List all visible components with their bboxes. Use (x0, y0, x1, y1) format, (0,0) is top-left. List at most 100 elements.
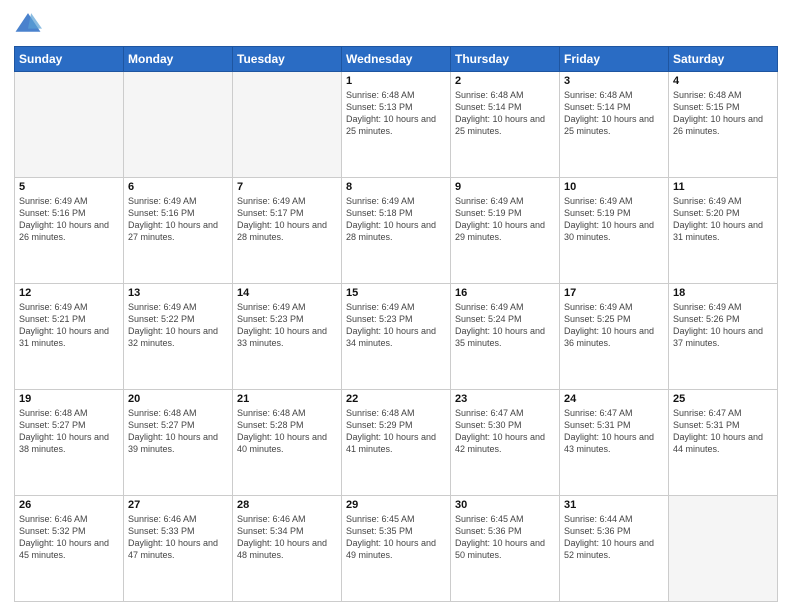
page: SundayMondayTuesdayWednesdayThursdayFrid… (0, 0, 792, 612)
day-info: Sunrise: 6:49 AM Sunset: 5:21 PM Dayligh… (19, 301, 119, 350)
calendar-cell: 17Sunrise: 6:49 AM Sunset: 5:25 PM Dayli… (560, 284, 669, 390)
day-info: Sunrise: 6:46 AM Sunset: 5:33 PM Dayligh… (128, 513, 228, 562)
day-info: Sunrise: 6:49 AM Sunset: 5:22 PM Dayligh… (128, 301, 228, 350)
calendar-cell: 11 Sunrise: 6:49 AM Sunset: 5:20 PM Dayli… (669, 178, 778, 284)
day-number: 22 (346, 393, 446, 405)
calendar-cell: 3 Sunrise: 6:48 AM Sunset: 5:14 PM Daylig… (560, 72, 669, 178)
day-info: Sunrise: 6:49 AM Sunset: 5:20 PM Dayligh… (673, 195, 773, 244)
calendar-cell: 16Sunrise: 6:49 AM Sunset: 5:24 PM Dayli… (451, 284, 560, 390)
calendar-cell: 31 Sunrise: 6:44 AM Sunset: 5:36 PM Dayli… (560, 496, 669, 602)
day-info: Sunrise: 6:49 AM Sunset: 5:23 PM Dayligh… (237, 301, 337, 350)
day-number: 27 (128, 499, 228, 511)
day-info: Sunrise: 6:46 AM Sunset: 5:34 PM Dayligh… (237, 513, 337, 562)
calendar-cell: 14 Sunrise: 6:49 AM Sunset: 5:23 PM Dayli… (233, 284, 342, 390)
day-number: 28 (237, 499, 337, 511)
logo-icon (14, 10, 42, 38)
day-info: Sunrise: 6:49 AM Sunset: 5:26 PM Dayligh… (673, 301, 773, 350)
day-number: 10 (564, 181, 664, 193)
day-info: Sunrise: 6:49 AM Sunset: 5:18 PM Dayligh… (346, 195, 446, 244)
day-number: 19 (19, 393, 119, 405)
calendar-cell: 23Sunrise: 6:47 AM Sunset: 5:30 PM Dayli… (451, 390, 560, 496)
calendar-cell (15, 72, 124, 178)
day-info: Sunrise: 6:48 AM Sunset: 5:28 PM Dayligh… (237, 407, 337, 456)
day-info: Sunrise: 6:45 AM Sunset: 5:36 PM Dayligh… (455, 513, 555, 562)
day-number: 30 (455, 499, 555, 511)
day-info: Sunrise: 6:46 AM Sunset: 5:32 PM Dayligh… (19, 513, 119, 562)
day-number: 4 (673, 75, 773, 87)
day-info: Sunrise: 6:48 AM Sunset: 5:14 PM Dayligh… (455, 89, 555, 138)
day-number: 31 (564, 499, 664, 511)
calendar-cell: 24 Sunrise: 6:47 AM Sunset: 5:31 PM Dayli… (560, 390, 669, 496)
day-info: Sunrise: 6:49 AM Sunset: 5:23 PM Dayligh… (346, 301, 446, 350)
day-number: 29 (346, 499, 446, 511)
calendar-cell: 20 Sunrise: 6:48 AM Sunset: 5:27 PM Dayli… (124, 390, 233, 496)
day-info: Sunrise: 6:48 AM Sunset: 5:27 PM Dayligh… (19, 407, 119, 456)
day-info: Sunrise: 6:49 AM Sunset: 5:19 PM Dayligh… (455, 195, 555, 244)
day-number: 1 (346, 75, 446, 87)
day-info: Sunrise: 6:48 AM Sunset: 5:15 PM Dayligh… (673, 89, 773, 138)
day-number: 6 (128, 181, 228, 193)
calendar-cell: 10 Sunrise: 6:49 AM Sunset: 5:19 PM Dayli… (560, 178, 669, 284)
week-row-1: 1 Sunrise: 6:48 AM Sunset: 5:13 PM Daylig… (15, 72, 778, 178)
calendar-cell: 4 Sunrise: 6:48 AM Sunset: 5:15 PM Daylig… (669, 72, 778, 178)
day-number: 20 (128, 393, 228, 405)
day-number: 23 (455, 393, 555, 405)
day-info: Sunrise: 6:44 AM Sunset: 5:36 PM Dayligh… (564, 513, 664, 562)
calendar-cell: 2 Sunrise: 6:48 AM Sunset: 5:14 PM Daylig… (451, 72, 560, 178)
calendar-cell: 12 Sunrise: 6:49 AM Sunset: 5:21 PM Dayli… (15, 284, 124, 390)
calendar-table: SundayMondayTuesdayWednesdayThursdayFrid… (14, 46, 778, 602)
calendar-cell: 7Sunrise: 6:49 AM Sunset: 5:17 PM Daylig… (233, 178, 342, 284)
calendar-cell: 28 Sunrise: 6:46 AM Sunset: 5:34 PM Dayli… (233, 496, 342, 602)
day-number: 16 (455, 287, 555, 299)
calendar-cell: 5Sunrise: 6:49 AM Sunset: 5:16 PM Daylig… (15, 178, 124, 284)
day-number: 11 (673, 181, 773, 193)
day-number: 7 (237, 181, 337, 193)
day-number: 21 (237, 393, 337, 405)
calendar-cell: 22 Sunrise: 6:48 AM Sunset: 5:29 PM Dayli… (342, 390, 451, 496)
day-number: 15 (346, 287, 446, 299)
calendar-cell: 27 Sunrise: 6:46 AM Sunset: 5:33 PM Dayli… (124, 496, 233, 602)
day-info: Sunrise: 6:49 AM Sunset: 5:16 PM Dayligh… (128, 195, 228, 244)
day-info: Sunrise: 6:48 AM Sunset: 5:27 PM Dayligh… (128, 407, 228, 456)
day-number: 18 (673, 287, 773, 299)
day-info: Sunrise: 6:47 AM Sunset: 5:31 PM Dayligh… (564, 407, 664, 456)
day-info: Sunrise: 6:47 AM Sunset: 5:31 PM Dayligh… (673, 407, 773, 456)
calendar-cell: 15 Sunrise: 6:49 AM Sunset: 5:23 PM Dayli… (342, 284, 451, 390)
calendar-cell (124, 72, 233, 178)
weekday-header-friday: Friday (560, 47, 669, 72)
weekday-header-wednesday: Wednesday (342, 47, 451, 72)
calendar-cell: 30 Sunrise: 6:45 AM Sunset: 5:36 PM Dayli… (451, 496, 560, 602)
weekday-header-monday: Monday (124, 47, 233, 72)
weekday-header-row: SundayMondayTuesdayWednesdayThursdayFrid… (15, 47, 778, 72)
day-number: 24 (564, 393, 664, 405)
day-info: Sunrise: 6:48 AM Sunset: 5:14 PM Dayligh… (564, 89, 664, 138)
weekday-header-saturday: Saturday (669, 47, 778, 72)
week-row-4: 19 Sunrise: 6:48 AM Sunset: 5:27 PM Dayli… (15, 390, 778, 496)
day-number: 26 (19, 499, 119, 511)
calendar-cell: 29 Sunrise: 6:45 AM Sunset: 5:35 PM Dayli… (342, 496, 451, 602)
day-info: Sunrise: 6:45 AM Sunset: 5:35 PM Dayligh… (346, 513, 446, 562)
day-number: 2 (455, 75, 555, 87)
weekday-header-sunday: Sunday (15, 47, 124, 72)
weekday-header-thursday: Thursday (451, 47, 560, 72)
day-info: Sunrise: 6:48 AM Sunset: 5:29 PM Dayligh… (346, 407, 446, 456)
calendar-cell: 25Sunrise: 6:47 AM Sunset: 5:31 PM Dayli… (669, 390, 778, 496)
day-number: 9 (455, 181, 555, 193)
calendar-cell: 8Sunrise: 6:49 AM Sunset: 5:18 PM Daylig… (342, 178, 451, 284)
weekday-header-tuesday: Tuesday (233, 47, 342, 72)
week-row-2: 5Sunrise: 6:49 AM Sunset: 5:16 PM Daylig… (15, 178, 778, 284)
week-row-5: 26 Sunrise: 6:46 AM Sunset: 5:32 PM Dayli… (15, 496, 778, 602)
calendar-cell (669, 496, 778, 602)
calendar-cell: 13Sunrise: 6:49 AM Sunset: 5:22 PM Dayli… (124, 284, 233, 390)
calendar-cell: 1 Sunrise: 6:48 AM Sunset: 5:13 PM Daylig… (342, 72, 451, 178)
day-number: 14 (237, 287, 337, 299)
calendar-cell (233, 72, 342, 178)
header (14, 10, 778, 38)
day-info: Sunrise: 6:49 AM Sunset: 5:19 PM Dayligh… (564, 195, 664, 244)
day-number: 3 (564, 75, 664, 87)
day-info: Sunrise: 6:48 AM Sunset: 5:13 PM Dayligh… (346, 89, 446, 138)
calendar-cell: 21 Sunrise: 6:48 AM Sunset: 5:28 PM Dayli… (233, 390, 342, 496)
calendar-cell: 26 Sunrise: 6:46 AM Sunset: 5:32 PM Dayli… (15, 496, 124, 602)
logo (14, 10, 46, 38)
day-number: 12 (19, 287, 119, 299)
